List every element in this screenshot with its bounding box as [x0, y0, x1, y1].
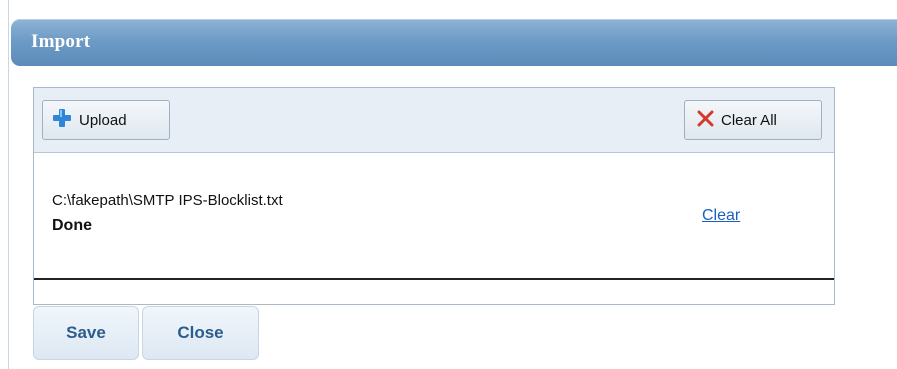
upload-button[interactable]: Upload — [42, 100, 170, 140]
file-status: Done — [52, 217, 92, 234]
clear-all-button-label: Clear All — [721, 111, 777, 129]
upload-toolbar: Upload Clear All — [34, 88, 834, 153]
close-button[interactable]: Close — [142, 306, 259, 360]
x-icon — [697, 110, 714, 131]
clear-file-link[interactable]: Clear — [702, 207, 740, 225]
file-path: C:\fakepath\SMTP IPS-Blocklist.txt — [52, 192, 283, 209]
clear-all-button[interactable]: Clear All — [684, 100, 822, 140]
upload-button-label: Upload — [79, 111, 127, 129]
dialog-title-bar[interactable]: Import — [11, 19, 897, 66]
upload-panel: Upload Clear All C:\fakepath\SMTP IPS-Bl… — [33, 87, 835, 305]
save-button[interactable]: Save — [33, 306, 139, 360]
dialog-title: Import — [31, 31, 91, 52]
file-row: C:\fakepath\SMTP IPS-Blocklist.txt Done … — [34, 153, 834, 280]
plus-icon — [52, 108, 72, 132]
